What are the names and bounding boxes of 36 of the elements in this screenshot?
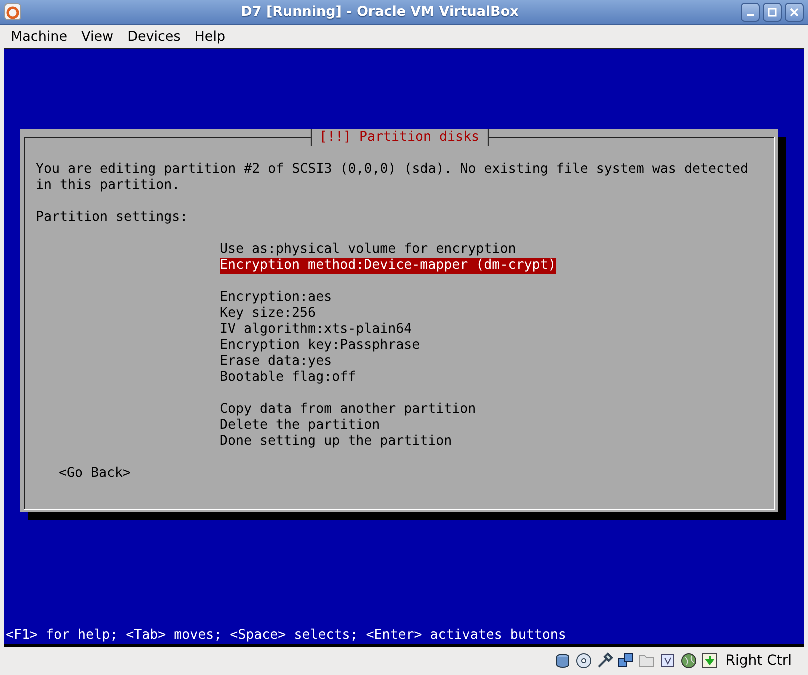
app-logo-icon	[4, 3, 22, 21]
menu-option[interactable]: Use as:physical volume for encryption	[220, 242, 516, 258]
maximize-icon	[768, 8, 777, 16]
menu-item[interactable]: Machine	[4, 28, 75, 44]
disc-icon[interactable]	[574, 652, 593, 670]
menu-option[interactable]: Bootable flag:off	[220, 370, 356, 386]
description-text: You are editing partition #2 of SCSI3 (0,0,0) (sda). No existing file system was detected in this partition.	[36, 162, 750, 194]
hard-disk-icon[interactable]	[554, 652, 572, 670]
maximize-button[interactable]	[763, 2, 782, 22]
minimize-icon	[747, 14, 754, 16]
close-icon	[790, 8, 799, 16]
menu-option[interactable]: Encryption key:Passphrase	[220, 338, 420, 354]
menu-option[interactable]: Encryption method:Device-mapper (dm-crypt)	[220, 258, 556, 274]
window-title: D7 [Running] - Oracle VM VirtualBox	[240, 4, 520, 20]
menu-item[interactable]: View	[74, 28, 121, 44]
usb-icon[interactable]	[596, 652, 614, 670]
menu-item[interactable]: Help	[188, 28, 233, 44]
dialog-title: [!!] Partition disks	[310, 129, 489, 146]
globe-icon[interactable]	[680, 652, 698, 670]
menu-option[interactable]: Done setting up the partition	[220, 434, 452, 450]
chip-icon[interactable]	[658, 652, 677, 670]
menu-item[interactable]: Devices	[120, 28, 188, 44]
menu-option[interactable]: Copy data from another partition	[220, 402, 476, 418]
section-label: Partition settings:	[36, 210, 190, 226]
close-button[interactable]	[785, 2, 804, 22]
help-line: <F1> for help; <Tab> moves; <Space> selects; <Enter> activates buttons	[5, 628, 568, 644]
host-key-label: Right Ctrl	[726, 653, 792, 669]
network-icon[interactable]	[616, 652, 635, 670]
menu-option[interactable]: Encryption:aes	[220, 290, 332, 306]
menu-option[interactable]: Erase data:yes	[220, 354, 332, 370]
minimize-button[interactable]	[741, 2, 760, 22]
go-back-button[interactable]: <Go Back>	[59, 466, 132, 482]
menu-option[interactable]: Key size:256	[220, 306, 316, 322]
menu-option[interactable]: Delete the partition	[220, 418, 380, 434]
arrow-down-icon[interactable]	[700, 652, 719, 670]
menu-option[interactable]: IV algorithm:xts-plain64	[220, 322, 412, 338]
